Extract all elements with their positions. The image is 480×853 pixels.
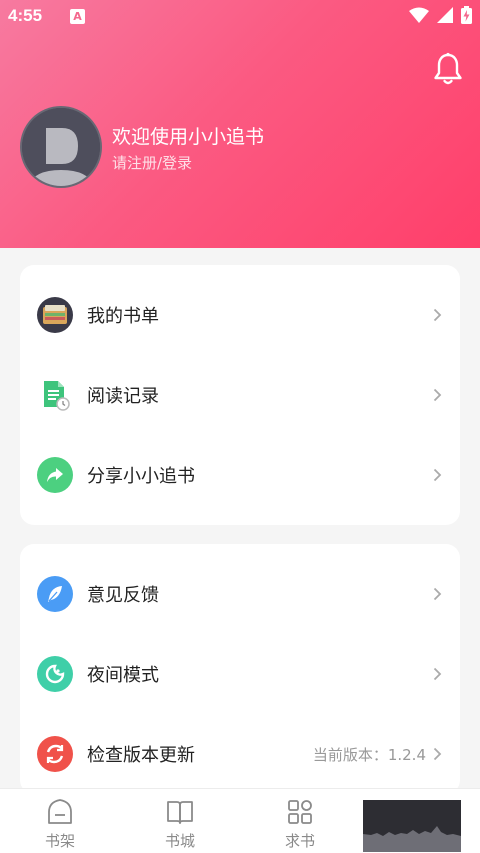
app-notification-icon: A (70, 8, 86, 24)
share-icon (37, 457, 73, 493)
signal-icon (437, 7, 453, 23)
current-version-text: 当前版本：1.2.4 (312, 745, 426, 764)
menu-item-share-app[interactable]: 分享小小追书 (20, 435, 460, 515)
book-store-icon (167, 801, 193, 824)
update-refresh-icon (37, 736, 73, 772)
wifi-icon (409, 7, 429, 23)
chevron-right-icon (433, 468, 442, 482)
tab-label: 书城 (164, 832, 195, 850)
tab-bookshelf[interactable]: 书架 (0, 789, 120, 853)
menu-item-label: 阅读记录 (87, 386, 159, 407)
menu-card-secondary: 意见反馈 夜间模式 检查版本更新 当前版本：1.2.4 (20, 544, 460, 794)
menu-item-label: 意见反馈 (87, 585, 159, 606)
welcome-title: 欢迎使用小小追书 (112, 126, 265, 148)
status-time: 4:55 (8, 6, 43, 25)
chevron-right-icon (433, 747, 442, 761)
chevron-right-icon (433, 667, 442, 681)
book-list-icon (37, 297, 73, 333)
profile-header: 4:55 A 欢迎使用小小追书 请注册/登录 (0, 0, 480, 248)
status-bar: 4:55 A (0, 0, 480, 32)
notification-bell-icon[interactable] (432, 52, 464, 86)
menu-item-feedback[interactable]: 意见反馈 (20, 554, 460, 634)
menu-item-label: 夜间模式 (87, 665, 159, 686)
feedback-feather-icon (37, 576, 73, 612)
request-book-icon (288, 800, 312, 824)
tab-label: 书架 (44, 832, 75, 850)
default-avatar-icon (22, 108, 100, 186)
floating-preview-thumbnail[interactable] (363, 800, 461, 852)
register-login-link[interactable]: 请注册/登录 (112, 152, 192, 173)
chevron-right-icon (433, 388, 442, 402)
bookshelf-icon (48, 799, 72, 824)
tab-request-book[interactable]: 求书 (240, 789, 360, 853)
chevron-right-icon (433, 587, 442, 601)
menu-item-label: 我的书单 (87, 306, 159, 327)
menu-item-check-update[interactable]: 检查版本更新 当前版本：1.2.4 (20, 714, 460, 794)
menu-item-label: 分享小小追书 (87, 466, 195, 487)
reading-history-icon (37, 377, 73, 413)
chevron-right-icon (433, 308, 442, 322)
tab-book-store[interactable]: 书城 (120, 789, 240, 853)
menu-item-book-list[interactable]: 我的书单 (20, 275, 460, 355)
status-icons (409, 6, 472, 24)
tab-label: 求书 (284, 832, 315, 850)
avatar[interactable] (20, 106, 102, 188)
menu-item-night-mode[interactable]: 夜间模式 (20, 634, 460, 714)
night-mode-icon (37, 656, 73, 692)
menu-card-primary: 我的书单 阅读记录 分享小小追书 (20, 265, 460, 525)
menu-item-label: 检查版本更新 (87, 745, 195, 766)
preview-waveform-icon (363, 826, 461, 852)
battery-charging-icon (461, 6, 472, 24)
menu-item-reading-history[interactable]: 阅读记录 (20, 355, 460, 435)
